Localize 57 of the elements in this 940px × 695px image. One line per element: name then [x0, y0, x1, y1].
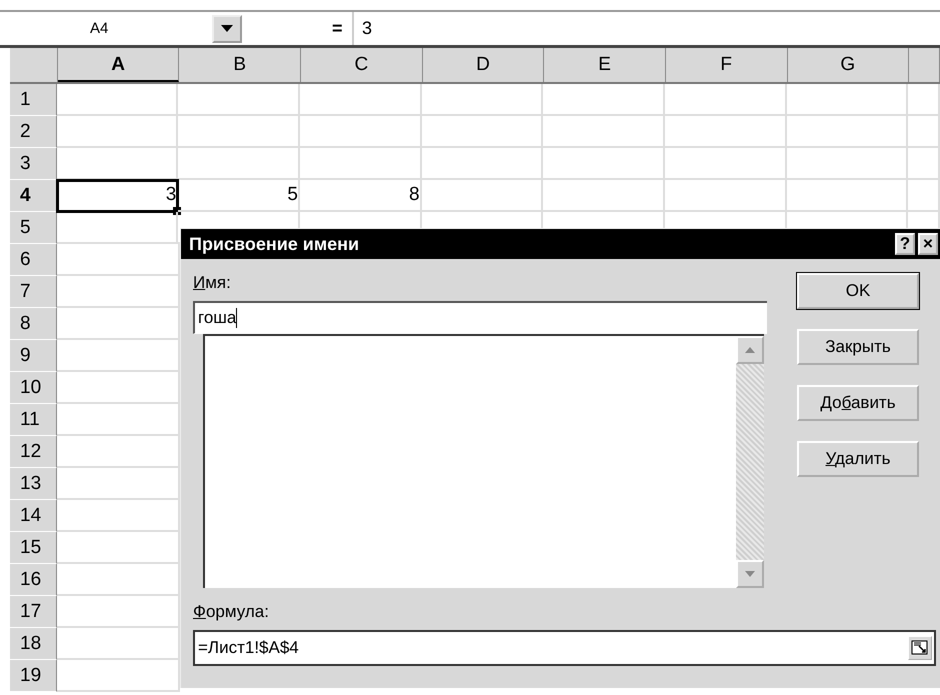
- column-header[interactable]: D: [422, 48, 544, 82]
- row-header[interactable]: 15: [10, 532, 57, 564]
- equals-sign: =: [332, 18, 344, 39]
- table-cell: [908, 148, 940, 180]
- column-header[interactable]: F: [666, 48, 788, 82]
- formula-field[interactable]: 3: [352, 12, 940, 45]
- name-field[interactable]: гоша: [193, 301, 767, 334]
- row-header[interactable]: 1: [10, 84, 57, 116]
- row-header[interactable]: 5: [10, 212, 57, 244]
- dialog-button[interactable]: Добавить: [797, 385, 919, 421]
- scroll-up-button[interactable]: [736, 336, 764, 364]
- select-all-button[interactable]: [10, 48, 58, 82]
- row-header[interactable]: 19: [10, 660, 57, 692]
- row-header[interactable]: 13: [10, 468, 57, 500]
- triangle-up-icon: [745, 347, 755, 353]
- dialog-title: Присвоение имени: [189, 234, 360, 254]
- table-cell: [908, 84, 940, 116]
- row-header[interactable]: 12: [10, 436, 57, 468]
- table-cell: 8: [300, 180, 422, 212]
- triangle-down-icon: [221, 25, 233, 32]
- triangle-down-icon: [745, 571, 755, 577]
- dialog-button[interactable]: Закрыть: [797, 329, 919, 365]
- row-header[interactable]: 14: [10, 500, 57, 532]
- column-header[interactable]: [909, 48, 940, 82]
- row-header[interactable]: 4: [10, 180, 57, 212]
- field-label: Формула:: [193, 602, 269, 623]
- scroll-down-button[interactable]: [736, 560, 764, 588]
- close-button[interactable]: ×: [918, 233, 938, 255]
- formula-field[interactable]: =Лист1!$A$4: [193, 630, 936, 666]
- row-header[interactable]: 9: [10, 340, 57, 372]
- scrollbar[interactable]: [736, 336, 764, 588]
- row-header[interactable]: 11: [10, 404, 57, 436]
- row-header[interactable]: 17: [10, 596, 57, 628]
- row-header[interactable]: 16: [10, 564, 57, 596]
- field-label: Имя:: [193, 273, 231, 294]
- column-header[interactable]: E: [544, 48, 666, 82]
- text-cursor: [236, 308, 238, 328]
- row-header[interactable]: 7: [10, 276, 57, 308]
- row-header[interactable]: 8: [10, 308, 57, 340]
- column-header[interactable]: C: [301, 48, 423, 82]
- table-cell: 5: [178, 180, 300, 212]
- column-header[interactable]: A: [58, 48, 180, 82]
- help-button[interactable]: ?: [895, 233, 915, 255]
- row-header[interactable]: 6: [10, 244, 57, 276]
- row-header[interactable]: 18: [10, 628, 57, 660]
- column-header[interactable]: B: [179, 48, 302, 82]
- table-cell: [908, 116, 940, 148]
- row-header[interactable]: 10: [10, 372, 57, 404]
- collapse-dialog-icon[interactable]: [908, 636, 932, 660]
- row-header[interactable]: 3: [10, 148, 57, 180]
- row-header[interactable]: 2: [10, 116, 57, 148]
- table-cell: 3: [56, 180, 178, 212]
- dialog-button[interactable]: Удалить: [797, 441, 919, 477]
- dropdown-button[interactable]: [212, 14, 242, 42]
- dialog-button[interactable]: OK: [797, 273, 919, 309]
- name-box[interactable]: A4: [10, 20, 200, 37]
- column-header[interactable]: G: [788, 48, 910, 82]
